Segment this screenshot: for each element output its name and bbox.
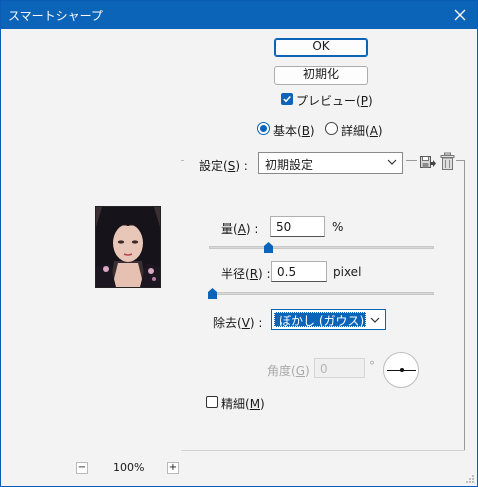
more-accurate-label: 精細(M) <box>221 397 265 411</box>
radius-value: 0.5 <box>277 265 297 279</box>
frame-top-left <box>181 160 184 161</box>
basic-radio[interactable] <box>257 122 270 135</box>
radius-label: 半径(R) : <box>221 267 271 281</box>
angle-value: 0 <box>320 362 328 376</box>
basic-label: 基本(B) <box>273 124 315 138</box>
advanced-label: 詳細(A) <box>341 124 383 138</box>
close-button[interactable] <box>447 2 473 28</box>
amount-slider-thumb[interactable] <box>263 242 273 253</box>
save-preset-icon <box>420 156 436 168</box>
angle-input[interactable]: 0 <box>314 358 365 378</box>
frame-divider <box>406 160 417 161</box>
settings-select-value: 初期設定 <box>265 158 314 172</box>
remove-select-value: ぼかし (ガウス) <box>279 314 365 328</box>
amount-unit: % <box>332 220 344 234</box>
preview-thumbnail[interactable] <box>95 206 161 288</box>
preview-label: プレビュー(P) <box>296 94 373 108</box>
angle-unit: ° <box>369 359 375 373</box>
remove-label: 除去(V) : <box>213 316 263 330</box>
frame-right <box>464 160 465 451</box>
ok-button[interactable]: OK <box>274 38 368 57</box>
radius-slider-track[interactable] <box>209 292 434 295</box>
amount-slider-track[interactable] <box>209 246 434 249</box>
delete-preset-button[interactable] <box>439 152 456 171</box>
close-icon <box>454 9 466 21</box>
amount-label: 量(A) : <box>221 222 259 236</box>
zoom-level: 100% <box>113 461 145 474</box>
window-title: スマートシャープ <box>8 9 103 23</box>
more-accurate-checkbox[interactable] <box>206 396 218 408</box>
save-preset-button[interactable] <box>419 153 437 171</box>
portrait-image <box>96 207 160 287</box>
angle-label: 角度(G) : <box>267 364 318 378</box>
reset-button[interactable]: 初期化 <box>274 66 368 85</box>
frame-bottom <box>181 450 465 451</box>
chevron-down-icon <box>387 159 397 165</box>
advanced-radio[interactable] <box>325 122 338 135</box>
zoom-out-button[interactable]: − <box>76 462 88 474</box>
trash-icon <box>440 152 455 170</box>
settings-label: 設定(S) : <box>199 159 248 173</box>
remove-select[interactable]: ぼかし (ガウス) <box>271 309 386 330</box>
radius-slider-thumb[interactable] <box>207 288 217 299</box>
chevron-down-icon <box>370 317 380 323</box>
amount-value: 50 <box>276 220 292 234</box>
settings-select[interactable]: 初期設定 <box>258 152 403 174</box>
amount-input[interactable]: 50 <box>270 216 325 237</box>
title-bar: スマートシャープ <box>1 1 477 29</box>
preview-checkbox[interactable] <box>281 93 293 105</box>
resize-grip-icon[interactable] <box>463 472 475 484</box>
radius-unit: pixel <box>333 265 362 279</box>
angle-dial[interactable] <box>383 352 419 388</box>
radius-input[interactable]: 0.5 <box>271 261 327 282</box>
zoom-in-button[interactable]: + <box>167 462 179 474</box>
smart-sharpen-dialog: スマートシャープ OK 初期化 プレビュー(P) 基本(B) 詳細(A) 設定(… <box>0 0 478 487</box>
checkmark-icon <box>283 95 291 103</box>
